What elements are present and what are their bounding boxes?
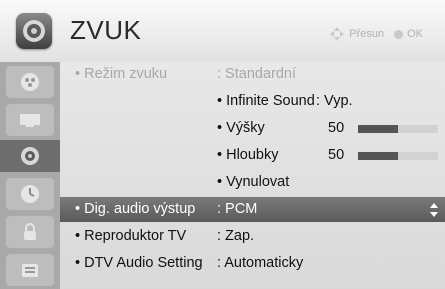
sound-menu-screen: ZVUK Přesun OK • Režim zvuku: Standardn… [0, 0, 445, 289]
menu-item-value: : PCM [217, 201, 258, 217]
page-title: ZVUK [70, 15, 142, 45]
up-down-arrows-icon[interactable] [429, 202, 439, 218]
menu-item-label: • Hloubky [217, 147, 279, 163]
menu-item-label: • Výšky [217, 120, 265, 136]
menu-item-label: • Infinite Sound [217, 93, 315, 109]
menu-item-treble[interactable]: • Výšky 50 [60, 116, 445, 141]
menu-list: • Režim zvuku : Standardní • Infinite So… [60, 62, 445, 289]
menu-item-reset[interactable]: • Vynulovat [60, 170, 445, 195]
sidebar-item-time[interactable] [6, 178, 54, 210]
menu-item-value: : Zap. [217, 228, 255, 244]
audio-icon [21, 147, 39, 165]
menu-item-dtv-audio[interactable]: • DTV Audio Setting : Automaticky [60, 251, 445, 276]
hint-ok-label: OK [407, 28, 423, 40]
bass-value: 50 [328, 147, 345, 163]
menu-item-tv-speaker[interactable]: • Reproduktor TV : Zap. [60, 224, 445, 249]
screen-icon [20, 114, 40, 127]
menu-item-value: : Automaticky [217, 255, 304, 271]
sidebar-item-screen[interactable] [6, 104, 54, 136]
menu-item-digital-audio-out[interactable]: • Dig. audio výstup : PCM [60, 197, 445, 222]
menu-item-value: : Standardní [217, 66, 296, 82]
category-sidebar [0, 62, 60, 289]
sidebar-item-picture[interactable] [6, 66, 54, 98]
navigation-hint: Přesun OK [329, 26, 423, 42]
options-icon [22, 264, 38, 277]
clock-icon [21, 185, 39, 203]
menu-item-label: • Režim zvuku [75, 66, 168, 82]
hint-move-label: Přesun [349, 28, 385, 40]
treble-slider[interactable] [358, 125, 438, 133]
ok-button-icon [394, 29, 404, 39]
audio-icon [16, 13, 52, 49]
menu-item-value: : Vyp. [316, 93, 353, 109]
menu-item-infinite-sound[interactable]: • Infinite Sound : Vyp. [60, 89, 445, 114]
menu-item-label: • Vynulovat [217, 174, 290, 190]
treble-value: 50 [328, 120, 345, 136]
treble-slider-fill [358, 125, 398, 133]
sidebar-item-lock[interactable] [6, 216, 54, 248]
dpad-icon [329, 26, 345, 42]
title-bar: ZVUK Přesun OK [0, 0, 445, 62]
sidebar-item-audio[interactable] [0, 140, 60, 172]
picture-icon [21, 73, 39, 91]
bass-slider[interactable] [358, 152, 438, 160]
menu-item-label: • Reproduktor TV [75, 228, 187, 244]
menu-item-bass[interactable]: • Hloubky 50 [60, 143, 445, 168]
menu-item-label: • Dig. audio výstup [75, 201, 196, 217]
menu-item-sound-mode: • Režim zvuku : Standardní [60, 62, 445, 87]
sidebar-item-options[interactable] [6, 254, 54, 286]
lock-icon [24, 223, 36, 240]
menu-item-label: • DTV Audio Setting [75, 255, 203, 271]
bass-slider-fill [358, 152, 398, 160]
